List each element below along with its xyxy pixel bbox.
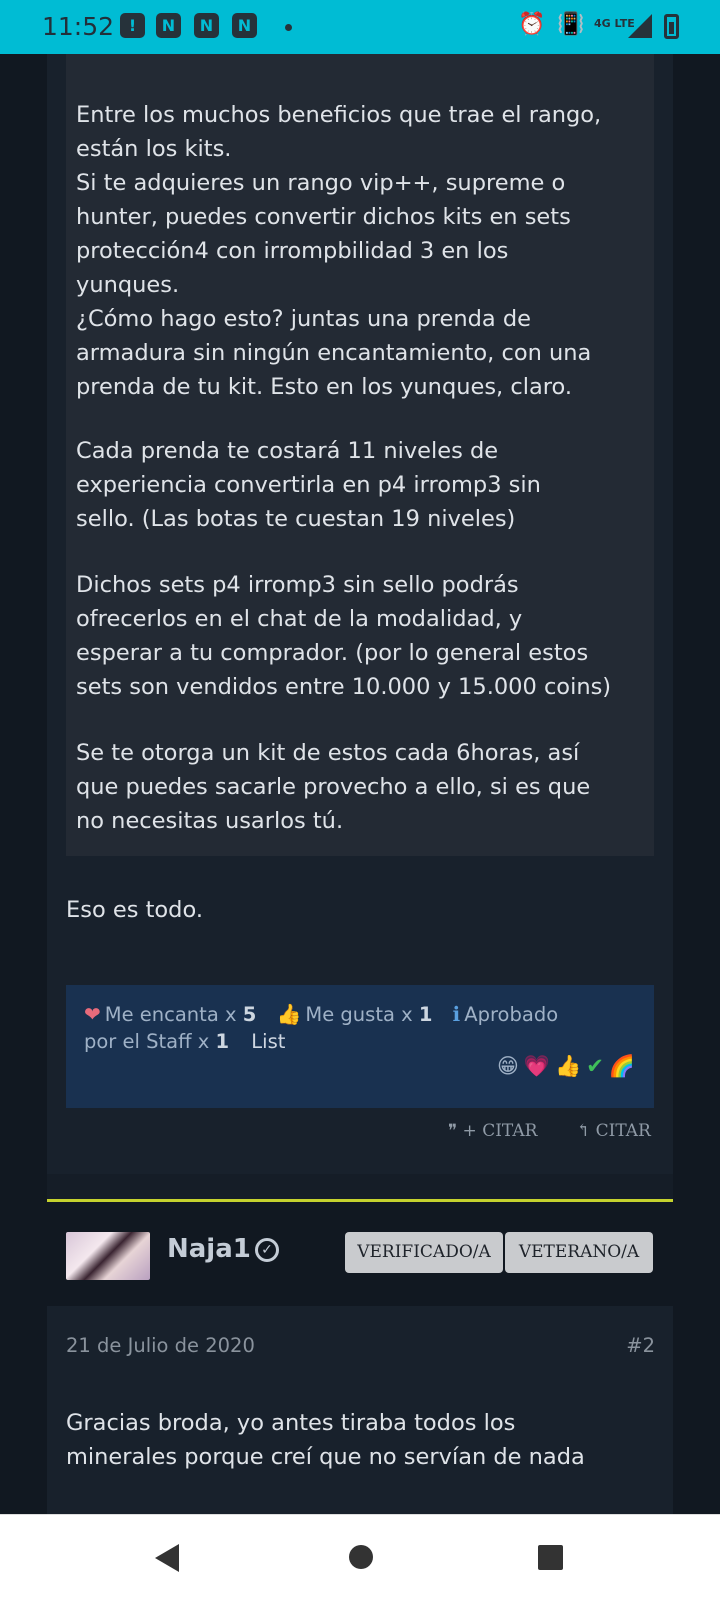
- reactions-line-2: por el Staff x 1 List: [84, 1030, 285, 1053]
- badge-verified: VERIFICADO/A: [345, 1232, 503, 1273]
- recent-apps-icon[interactable]: [538, 1545, 563, 1570]
- app-icon: N: [156, 13, 181, 38]
- quote-paragraph: Dichos sets p4 irromp3 sin sello podrás …: [76, 572, 612, 700]
- multiquote-button[interactable]: ❞ + CITAR: [448, 1121, 537, 1141]
- signal-icon: [628, 14, 652, 38]
- app-icon: N: [232, 13, 257, 38]
- approved-reaction-label-cont: por el Staff x: [84, 1030, 210, 1053]
- like-reaction-count: 1: [418, 1003, 433, 1026]
- quote-button[interactable]: ↰ CITAR: [576, 1121, 651, 1141]
- alert-icon: !: [120, 13, 145, 38]
- reactions-panel: ❤ Me encanta x 5 👍 Me gusta x 1 ℹ Aprobado …: [66, 985, 654, 1108]
- vibrate-icon: 📳: [557, 12, 585, 37]
- reactions-line-1: ❤ Me encanta x 5 👍 Me gusta x 1 ℹ Aprobado: [84, 1002, 558, 1026]
- page-margin-right: [673, 54, 720, 1514]
- quote-paragraph: Se te otorga un kit de estos cada 6horas…: [76, 740, 591, 834]
- status-bar: 11:52 ! N N N ⏰ 📳 4G LTE: [0, 0, 720, 54]
- post-closing-text: Eso es todo.: [66, 897, 203, 923]
- thumbs-up-icon: 👍: [276, 1002, 302, 1026]
- approved-reaction-count: 1: [215, 1030, 230, 1053]
- back-icon[interactable]: [155, 1544, 179, 1572]
- rainbow-reaction-icon[interactable]: 🌈: [609, 1054, 640, 1078]
- reactions-list-link[interactable]: List: [251, 1030, 285, 1053]
- check-reaction-icon[interactable]: ✔: [586, 1054, 609, 1078]
- info-icon: ℹ: [452, 1002, 461, 1026]
- page-margin-left: [0, 54, 47, 1514]
- like-reaction-label[interactable]: Me gusta x: [305, 1003, 412, 1026]
- heart-icon: ❤: [84, 1002, 101, 1026]
- post-2-header: Naja1 ✓ VERIFICADO/A VETERANO/A: [47, 1202, 673, 1306]
- grin-reaction-icon[interactable]: 😁: [497, 1054, 524, 1078]
- badge-veteran: VETERANO/A: [505, 1232, 653, 1273]
- thumbs-up-reaction-icon[interactable]: 👍: [555, 1054, 586, 1078]
- post-2-content: Gracias broda, yo antes tiraba todos los…: [66, 1410, 585, 1470]
- post-date[interactable]: 21 de Julio de 2020: [66, 1334, 255, 1357]
- approved-reaction-label[interactable]: Aprobado: [464, 1003, 558, 1026]
- verified-check-icon: ✓: [255, 1238, 279, 1262]
- love-reaction-label[interactable]: Me encanta x: [105, 1003, 237, 1026]
- app-icon: N: [194, 13, 219, 38]
- avatar[interactable]: [66, 1232, 150, 1280]
- love-reaction-count: 5: [242, 1003, 257, 1026]
- status-time: 11:52: [42, 12, 115, 41]
- battery-icon: [664, 14, 679, 39]
- quote-paragraph: Entre los muchos beneficios que trae el …: [76, 102, 602, 400]
- navigation-bar: [0, 1514, 720, 1600]
- post-number[interactable]: #2: [626, 1334, 655, 1357]
- username[interactable]: Naja1: [167, 1234, 251, 1264]
- home-icon[interactable]: [349, 1545, 373, 1569]
- quote-block: Entre los muchos beneficios que trae el …: [66, 54, 654, 856]
- reaction-picker: 😁💗👍✔🌈: [497, 1054, 640, 1079]
- more-notifications-icon: [285, 24, 292, 31]
- alarm-icon: ⏰: [518, 12, 546, 37]
- post-2-body: 21 de Julio de 2020 #2 Gracias broda, yo…: [47, 1306, 673, 1514]
- heart-reaction-icon[interactable]: 💗: [524, 1054, 555, 1078]
- quote-paragraph: Cada prenda te costará 11 niveles de exp…: [76, 438, 541, 532]
